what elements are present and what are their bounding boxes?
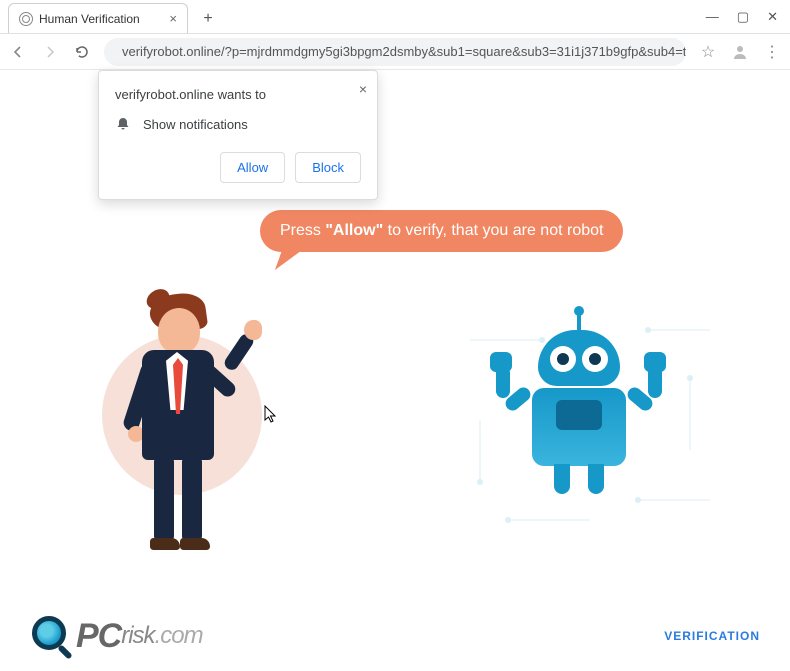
speech-bubble: Press "Allow" to verify, that you are no… [260, 210, 623, 252]
bubble-bold: "Allow" [325, 222, 383, 239]
logo-pc: PC [76, 617, 121, 656]
bubble-pre: Press [280, 222, 325, 239]
url-text: verifyrobot.online/?p=mjrdmmdgmy5gi3bpgm… [122, 44, 686, 59]
browser-tab[interactable]: Human Verification × [8, 3, 188, 33]
close-tab-icon[interactable]: × [169, 11, 177, 26]
address-bar[interactable]: verifyrobot.online/?p=mjrdmmdgmy5gi3bpgm… [104, 38, 686, 66]
logo-com: .com [155, 622, 203, 650]
minimize-icon[interactable]: — [706, 9, 719, 25]
star-icon[interactable]: ☆ [698, 42, 718, 62]
profile-icon[interactable] [730, 42, 750, 62]
permission-site-text: verifyrobot.online wants to [115, 87, 361, 102]
permission-request-text: Show notifications [143, 117, 248, 132]
menu-icon[interactable]: ⋮ [762, 42, 782, 62]
footer: PCrisk.com VERIFICATION [0, 601, 790, 671]
bubble-post: to verify, that you are not robot [383, 222, 603, 239]
verification-label: VERIFICATION [664, 629, 760, 643]
robot-illustration [450, 300, 730, 560]
pcrisk-logo: PCrisk.com [30, 614, 203, 658]
notification-permission-popup: × verifyrobot.online wants to Show notif… [98, 70, 378, 200]
man-illustration [90, 280, 290, 560]
forward-button[interactable] [40, 42, 60, 62]
browser-titlebar: Human Verification × + — ▢ ✕ [0, 0, 790, 34]
close-icon[interactable]: × [359, 81, 367, 97]
magnifier-icon [30, 614, 74, 658]
block-button[interactable]: Block [295, 152, 361, 183]
bell-icon [115, 116, 131, 132]
browser-toolbar: verifyrobot.online/?p=mjrdmmdgmy5gi3bpgm… [0, 34, 790, 70]
allow-button[interactable]: Allow [220, 152, 285, 183]
maximize-icon[interactable]: ▢ [737, 9, 749, 25]
close-window-icon[interactable]: ✕ [767, 9, 778, 25]
tab-title: Human Verification [39, 12, 140, 26]
reload-button[interactable] [72, 42, 92, 62]
new-tab-button[interactable]: + [194, 5, 222, 33]
logo-risk: risk [121, 622, 154, 650]
window-controls: — ▢ ✕ [706, 9, 790, 33]
back-button[interactable] [8, 42, 28, 62]
globe-icon [19, 12, 33, 26]
